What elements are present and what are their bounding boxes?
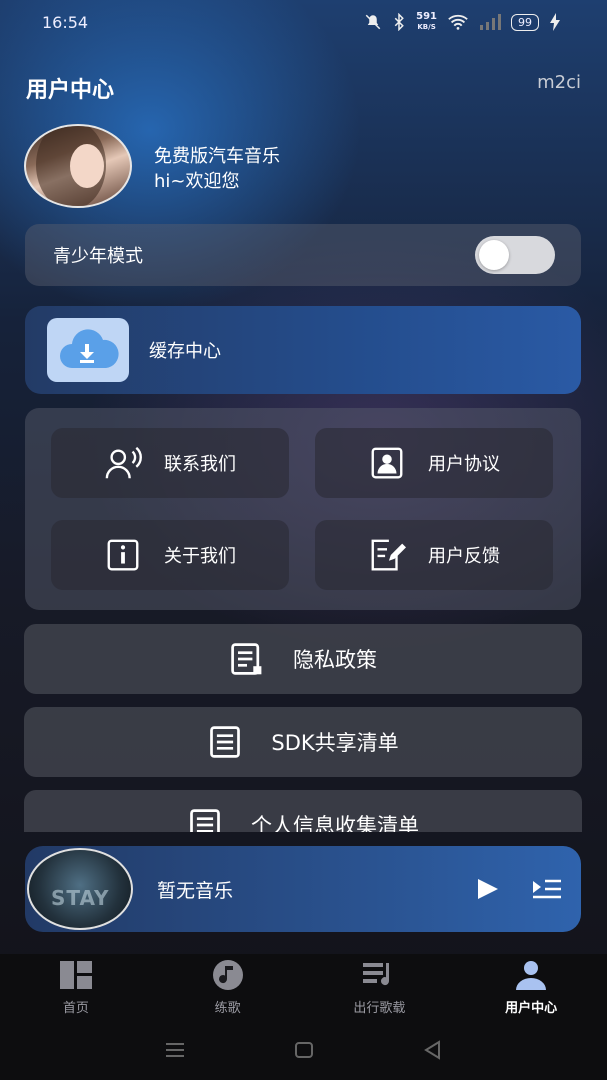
- teen-mode-row: 青少年模式: [25, 224, 581, 286]
- teen-mode-toggle[interactable]: [475, 236, 555, 274]
- tab-travel-songs-label: 出行歌载: [353, 1000, 406, 1016]
- status-bar: 16:54 591 KB/S 99: [0, 0, 607, 44]
- user-name: 免费版汽车音乐: [154, 146, 280, 167]
- user-agreement-button[interactable]: 用户协议: [315, 428, 553, 498]
- contact-icon: [105, 446, 142, 479]
- wifi-icon: [448, 14, 468, 30]
- player-track-title: 暂无音乐: [157, 879, 234, 902]
- sdk-share-list-button[interactable]: SDK共享清单: [24, 707, 582, 777]
- list-clip: 个人信息收集清单: [0, 790, 607, 832]
- menu-icon[interactable]: [163, 1038, 187, 1062]
- status-time: 16:54: [42, 12, 89, 32]
- cache-center-button[interactable]: 缓存中心: [25, 306, 581, 394]
- sdk-share-list-label: SDK共享清单: [271, 731, 399, 755]
- contact-us-button[interactable]: 联系我们: [51, 428, 289, 498]
- contact-us-label: 联系我们: [164, 454, 236, 475]
- bluetooth-icon: [394, 13, 404, 31]
- mute-icon: [365, 14, 381, 30]
- album-cover-text: STAY: [51, 886, 110, 910]
- tab-user-center[interactable]: 用户中心: [455, 954, 607, 1020]
- user-icon: [516, 960, 547, 990]
- about-us-button[interactable]: 关于我们: [51, 520, 289, 590]
- playlist-queue-button[interactable]: [527, 869, 567, 909]
- personal-info-list-label: 个人信息收集清单: [251, 814, 419, 832]
- mini-player[interactable]: STAY 暂无音乐: [25, 846, 581, 932]
- play-icon: [478, 879, 498, 899]
- tab-user-center-label: 用户中心: [505, 1000, 558, 1016]
- bottom-tab-bar: 首页 练歌 出行歌载 用户中心: [0, 954, 607, 1020]
- tab-practice-label: 练歌: [214, 1000, 241, 1016]
- signal-icon: [480, 14, 501, 30]
- net-speed: 591 KB/S: [416, 11, 437, 32]
- personal-info-list-button[interactable]: 个人信息收集清单: [24, 790, 582, 832]
- playlist-icon: [363, 962, 390, 985]
- status-icons: 591 KB/S 99: [364, 12, 561, 32]
- privacy-policy-button[interactable]: 隐私政策: [24, 624, 582, 694]
- document-icon: [231, 643, 262, 675]
- charging-icon: [550, 13, 560, 31]
- agreement-icon: [371, 447, 403, 479]
- play-button[interactable]: [467, 869, 507, 909]
- tab-travel-songs[interactable]: 出行歌载: [304, 954, 456, 1020]
- user-greeting: hi~欢迎您: [154, 171, 240, 192]
- home-icon[interactable]: [292, 1038, 316, 1062]
- battery-indicator: 99: [511, 13, 539, 31]
- queue-icon: [533, 879, 561, 899]
- back-icon[interactable]: [421, 1038, 445, 1062]
- album-cover[interactable]: STAY: [27, 848, 133, 930]
- list-icon: [190, 809, 220, 832]
- cache-center-label: 缓存中心: [149, 341, 221, 362]
- services-grid: 联系我们 用户协议 关于我们 用户反馈: [25, 408, 581, 610]
- tab-home-label: 首页: [62, 1000, 89, 1016]
- privacy-policy-label: 隐私政策: [293, 648, 377, 672]
- dashboard-icon: [59, 960, 92, 989]
- info-icon: [107, 539, 139, 571]
- tab-home[interactable]: 首页: [0, 954, 152, 1020]
- header-right-label[interactable]: m2ci: [537, 72, 581, 93]
- user-feedback-label: 用户反馈: [428, 546, 500, 567]
- page-title: 用户中心: [26, 78, 115, 103]
- list-icon: [210, 726, 241, 758]
- avatar[interactable]: [24, 124, 132, 208]
- music-note-icon: [212, 959, 243, 990]
- system-nav-bar: [0, 1020, 607, 1080]
- about-us-label: 关于我们: [164, 546, 236, 567]
- tab-practice[interactable]: 练歌: [152, 954, 304, 1020]
- teen-mode-label: 青少年模式: [53, 246, 143, 267]
- user-feedback-button[interactable]: 用户反馈: [315, 520, 553, 590]
- edit-icon: [371, 539, 406, 571]
- cloud-download-icon: [47, 318, 129, 382]
- user-agreement-label: 用户协议: [428, 454, 500, 475]
